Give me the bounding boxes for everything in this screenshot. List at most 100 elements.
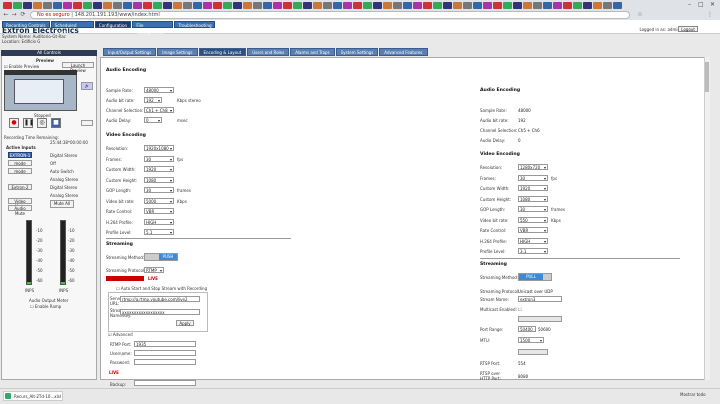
browser-tab[interactable]	[283, 1, 292, 9]
browser-tab[interactable]	[53, 1, 62, 9]
browser-tab[interactable]	[43, 1, 52, 9]
browser-tab[interactable]	[103, 1, 112, 9]
mute-all-button[interactable]: Mute All	[50, 200, 74, 208]
browser-tab[interactable]	[323, 1, 332, 9]
stream-protocol-select[interactable]: RTMP	[144, 267, 164, 273]
browser-tab[interactable]	[293, 1, 302, 9]
browser-tab[interactable]	[433, 1, 442, 9]
star-icon[interactable]: ☆	[636, 11, 644, 19]
logout-button[interactable]: Logout	[678, 26, 698, 32]
browser-tab[interactable]	[83, 1, 92, 9]
menu-file-management[interactable]: File Management	[132, 21, 174, 35]
browser-tab[interactable]	[203, 1, 212, 9]
browser-tab[interactable]	[133, 1, 142, 9]
browser-tab[interactable]	[513, 1, 522, 9]
input-button-2[interactable]: mode	[8, 168, 32, 174]
browser-tab[interactable]	[483, 1, 492, 9]
browser-tab[interactable]	[393, 1, 402, 9]
menu-recording-controls[interactable]: Recording Controls	[2, 21, 50, 28]
browser-tab[interactable]	[343, 1, 352, 9]
download-item[interactable]: Recurs_Alt-2Td-10...xlsl	[3, 391, 63, 401]
maximize-icon[interactable]: □	[698, 1, 704, 8]
browser-tab[interactable]	[573, 1, 582, 9]
tab-input-output-settings[interactable]: Input/Output Settings	[103, 48, 157, 56]
menu-troubleshooting[interactable]: Troubleshooting	[174, 21, 216, 28]
browser-tab[interactable]	[153, 1, 162, 9]
browser-tab[interactable]	[533, 1, 542, 9]
right-video-field[interactable]: 3.1	[518, 248, 548, 254]
browser-tab[interactable]	[333, 1, 342, 9]
browser-tab[interactable]	[303, 1, 312, 9]
left-audio-field[interactable]: 48000	[144, 87, 174, 93]
video-mute-button[interactable]: Video Mute	[8, 198, 32, 209]
browser-tab[interactable]	[263, 1, 272, 9]
rtmp-port-input[interactable]: 1935	[134, 341, 196, 347]
left-video-field[interactable]: 1920	[144, 166, 174, 172]
input-button-1[interactable]: mode	[8, 160, 32, 166]
browser-tab[interactable]	[63, 1, 72, 9]
input-button-4[interactable]: Extron-2	[8, 184, 32, 190]
left-video-field[interactable]: 1080	[144, 176, 174, 183]
left-audio-field[interactable]: 192	[144, 97, 162, 103]
browser-tab[interactable]	[463, 1, 472, 9]
forward-icon[interactable]: →	[10, 11, 18, 19]
browser-tab[interactable]	[523, 1, 532, 9]
left-video-field[interactable]: 5.1	[144, 229, 174, 235]
browser-tab[interactable]	[123, 1, 132, 9]
browser-tab[interactable]	[143, 1, 152, 9]
right-video-field[interactable]: VBR	[518, 227, 548, 233]
browser-tab[interactable]	[73, 1, 82, 9]
left-audio-field[interactable]: 0	[144, 117, 162, 123]
left-video-field[interactable]: 30	[144, 187, 174, 193]
tab-advanced-features[interactable]: Advanced Features	[379, 48, 428, 56]
browser-tab[interactable]	[503, 1, 512, 9]
browser-tab[interactable]	[173, 1, 182, 9]
tab-users-and-roles[interactable]: Users and Roles	[247, 48, 290, 56]
apply-button[interactable]: Apply	[176, 320, 194, 326]
multicast-address-input[interactable]	[518, 316, 562, 322]
browser-tab[interactable]	[183, 1, 192, 9]
browser-tab[interactable]	[553, 1, 562, 9]
minimize-icon[interactable]: –	[688, 1, 691, 8]
browser-tab[interactable]	[543, 1, 552, 9]
audio-mute-button[interactable]: Audio Mute	[8, 205, 32, 216]
stream-name-input[interactable]: xxxxxxxxxxxxxxxxxx	[120, 309, 200, 315]
browser-tab[interactable]	[233, 1, 242, 9]
close-icon[interactable]: ✕	[710, 1, 715, 8]
left-video-field[interactable]: VBR	[144, 208, 174, 214]
browser-tab[interactable]	[243, 1, 252, 9]
browser-tab[interactable]	[423, 1, 432, 9]
mtu-select[interactable]: 1500	[518, 337, 544, 343]
stop-icon[interactable]: ■	[51, 118, 61, 128]
menu-configuration[interactable]: Configuration	[94, 21, 132, 28]
browser-tab[interactable]	[473, 1, 482, 9]
browser-tab[interactable]	[603, 1, 612, 9]
username-input[interactable]	[134, 350, 196, 356]
browser-tab[interactable]	[253, 1, 262, 9]
enable-ramp-checkbox[interactable]: ☐ Enable Ramp	[30, 304, 61, 309]
browser-tab[interactable]	[353, 1, 362, 9]
right-stream-method-toggle[interactable]: PULL	[518, 273, 552, 281]
browser-tab[interactable]	[583, 1, 592, 9]
browser-tab[interactable]	[273, 1, 282, 9]
browser-tab[interactable]	[493, 1, 502, 9]
launch-preview-button[interactable]: Launch Preview	[62, 62, 94, 73]
right-video-field[interactable]: 30	[518, 206, 548, 212]
auto-start-checkbox[interactable]: ☐ Auto Start and Stop Stream with Record…	[116, 286, 207, 291]
left-audio-field[interactable]: Ch1 + Ch8	[144, 107, 174, 113]
address-bar[interactable]: No es seguro | 148.201.191.193/www/index…	[30, 11, 630, 19]
tab-alarms-and-traps[interactable]: Alarms and Traps	[290, 48, 335, 56]
browser-tab[interactable]	[403, 1, 412, 9]
right-video-field[interactable]: 1920	[518, 185, 548, 191]
left-video-field[interactable]: 5000	[144, 197, 174, 204]
scrollbar-thumb[interactable]	[705, 62, 709, 92]
show-all-link[interactable]: Mostrar todo	[680, 392, 706, 397]
multicast-checkbox[interactable]: ☐	[518, 307, 522, 312]
reload-icon[interactable]: ⟳	[19, 11, 27, 19]
server-url-input[interactable]: rtmp://a.rtmp.youtube.com/live2	[120, 296, 200, 302]
browser-tab[interactable]	[593, 1, 602, 9]
menu-scheduled-events[interactable]: Scheduled Events	[50, 21, 94, 35]
right-stream-name-input[interactable]: extron3	[518, 296, 562, 302]
stream-method-toggle[interactable]: PUSH	[144, 253, 178, 261]
browser-tab[interactable]	[213, 1, 222, 9]
